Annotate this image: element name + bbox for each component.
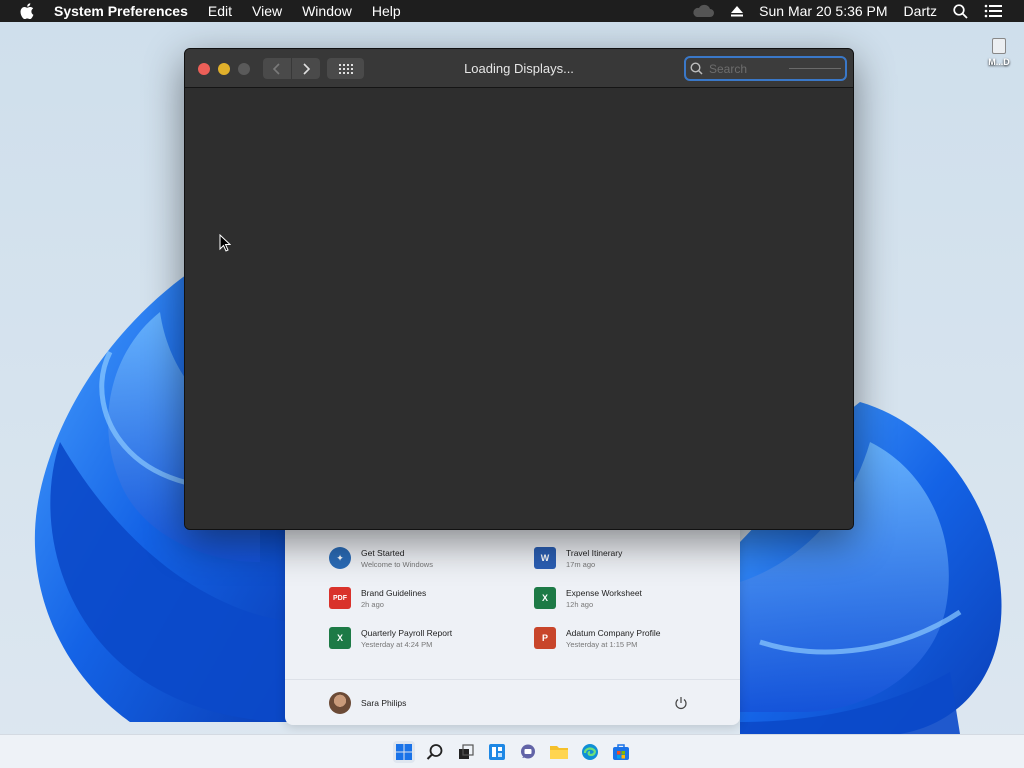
get-started-icon: ✦ — [329, 547, 351, 569]
drive-icon — [992, 38, 1006, 54]
item-title: Expense Worksheet — [566, 588, 642, 598]
start-menu: ✦ Get Started Welcome to Windows W Travel… — [285, 525, 740, 725]
word-icon: W — [534, 547, 556, 569]
nav-buttons — [263, 58, 320, 79]
excel-icon: X — [329, 627, 351, 649]
pdf-icon: PDF — [329, 587, 351, 609]
start-icon[interactable] — [392, 740, 415, 763]
minimize-button[interactable] — [218, 63, 230, 75]
apple-icon[interactable] — [20, 3, 36, 19]
search-icon — [690, 62, 703, 75]
spotlight-icon[interactable] — [953, 3, 968, 19]
close-button[interactable] — [198, 63, 210, 75]
menu-view[interactable]: View — [252, 3, 282, 19]
menu-bar: System Preferences Edit View Window Help… — [0, 0, 1024, 22]
mouse-cursor — [219, 233, 232, 257]
search-icon[interactable] — [424, 741, 446, 763]
menu-edit[interactable]: Edit — [208, 3, 232, 19]
control-center-icon[interactable] — [984, 4, 1002, 18]
recommended-item-travel-itinerary[interactable]: W Travel Itinerary 17m ago — [534, 547, 724, 570]
chat-icon[interactable] — [517, 741, 539, 763]
menubar-clock[interactable]: Sun Mar 20 5:36 PM — [759, 3, 887, 19]
cloud-icon[interactable] — [691, 4, 715, 18]
store-icon[interactable] — [610, 741, 632, 763]
back-button[interactable] — [263, 58, 291, 79]
zoom-button[interactable] — [238, 63, 250, 75]
task-view-icon[interactable] — [455, 741, 477, 763]
recommended-item-get-started[interactable]: ✦ Get Started Welcome to Windows — [329, 547, 519, 570]
chevron-right-icon — [303, 62, 311, 75]
desktop-drive-icon[interactable]: M...D — [984, 38, 1014, 67]
item-title: Brand Guidelines — [361, 588, 427, 598]
powerpoint-icon: P — [534, 627, 556, 649]
taskbar — [0, 734, 1024, 768]
window-titlebar[interactable]: Loading Displays... — [185, 49, 853, 88]
user-name[interactable]: Sara Philips — [361, 698, 406, 708]
file-explorer-icon[interactable] — [548, 741, 570, 763]
item-title: Adatum Company Profile — [566, 628, 661, 638]
grid-icon — [338, 63, 353, 74]
app-menu-system-preferences[interactable]: System Preferences — [54, 3, 188, 19]
item-subtitle: 17m ago — [566, 560, 596, 569]
window-content-area — [185, 88, 853, 529]
show-all-button[interactable] — [327, 58, 364, 79]
edge-icon[interactable] — [579, 741, 601, 763]
search-underline — [789, 68, 841, 69]
item-title: Get Started — [361, 548, 405, 558]
start-menu-footer: Sara Philips — [285, 679, 740, 725]
recommended-item-expense-worksheet[interactable]: X Expense Worksheet 12h ago — [534, 587, 724, 610]
system-preferences-window: Loading Displays... — [184, 48, 854, 530]
chevron-left-icon — [272, 62, 280, 75]
search-field[interactable] — [684, 56, 847, 81]
item-subtitle: 2h ago — [361, 600, 384, 609]
recommended-item-quarterly-payroll-report[interactable]: X Quarterly Payroll Report Yesterday at 4… — [329, 627, 519, 650]
forward-button[interactable] — [292, 58, 320, 79]
desktop-icon-label: M...D — [988, 57, 1010, 67]
excel-icon: X — [534, 587, 556, 609]
menu-window[interactable]: Window — [302, 3, 352, 19]
item-title: Quarterly Payroll Report — [361, 628, 453, 638]
menu-help[interactable]: Help — [372, 3, 401, 19]
eject-icon[interactable] — [731, 5, 744, 17]
recommended-item-brand-guidelines[interactable]: PDF Brand Guidelines 2h ago — [329, 587, 519, 610]
avatar[interactable] — [329, 691, 351, 714]
recommended-item-adatum-company-profile[interactable]: P Adatum Company Profile Yesterday at 1:1… — [534, 627, 724, 650]
menubar-user[interactable]: Dartz — [904, 3, 937, 19]
item-subtitle: Welcome to Windows — [361, 560, 433, 569]
item-subtitle: Yesterday at 4:24 PM — [361, 640, 433, 649]
power-icon[interactable] — [674, 696, 688, 710]
item-title: Travel Itinerary — [566, 548, 623, 558]
item-subtitle: Yesterday at 1:15 PM — [566, 640, 638, 649]
item-subtitle: 12h ago — [566, 600, 594, 609]
widgets-icon[interactable] — [486, 741, 508, 763]
